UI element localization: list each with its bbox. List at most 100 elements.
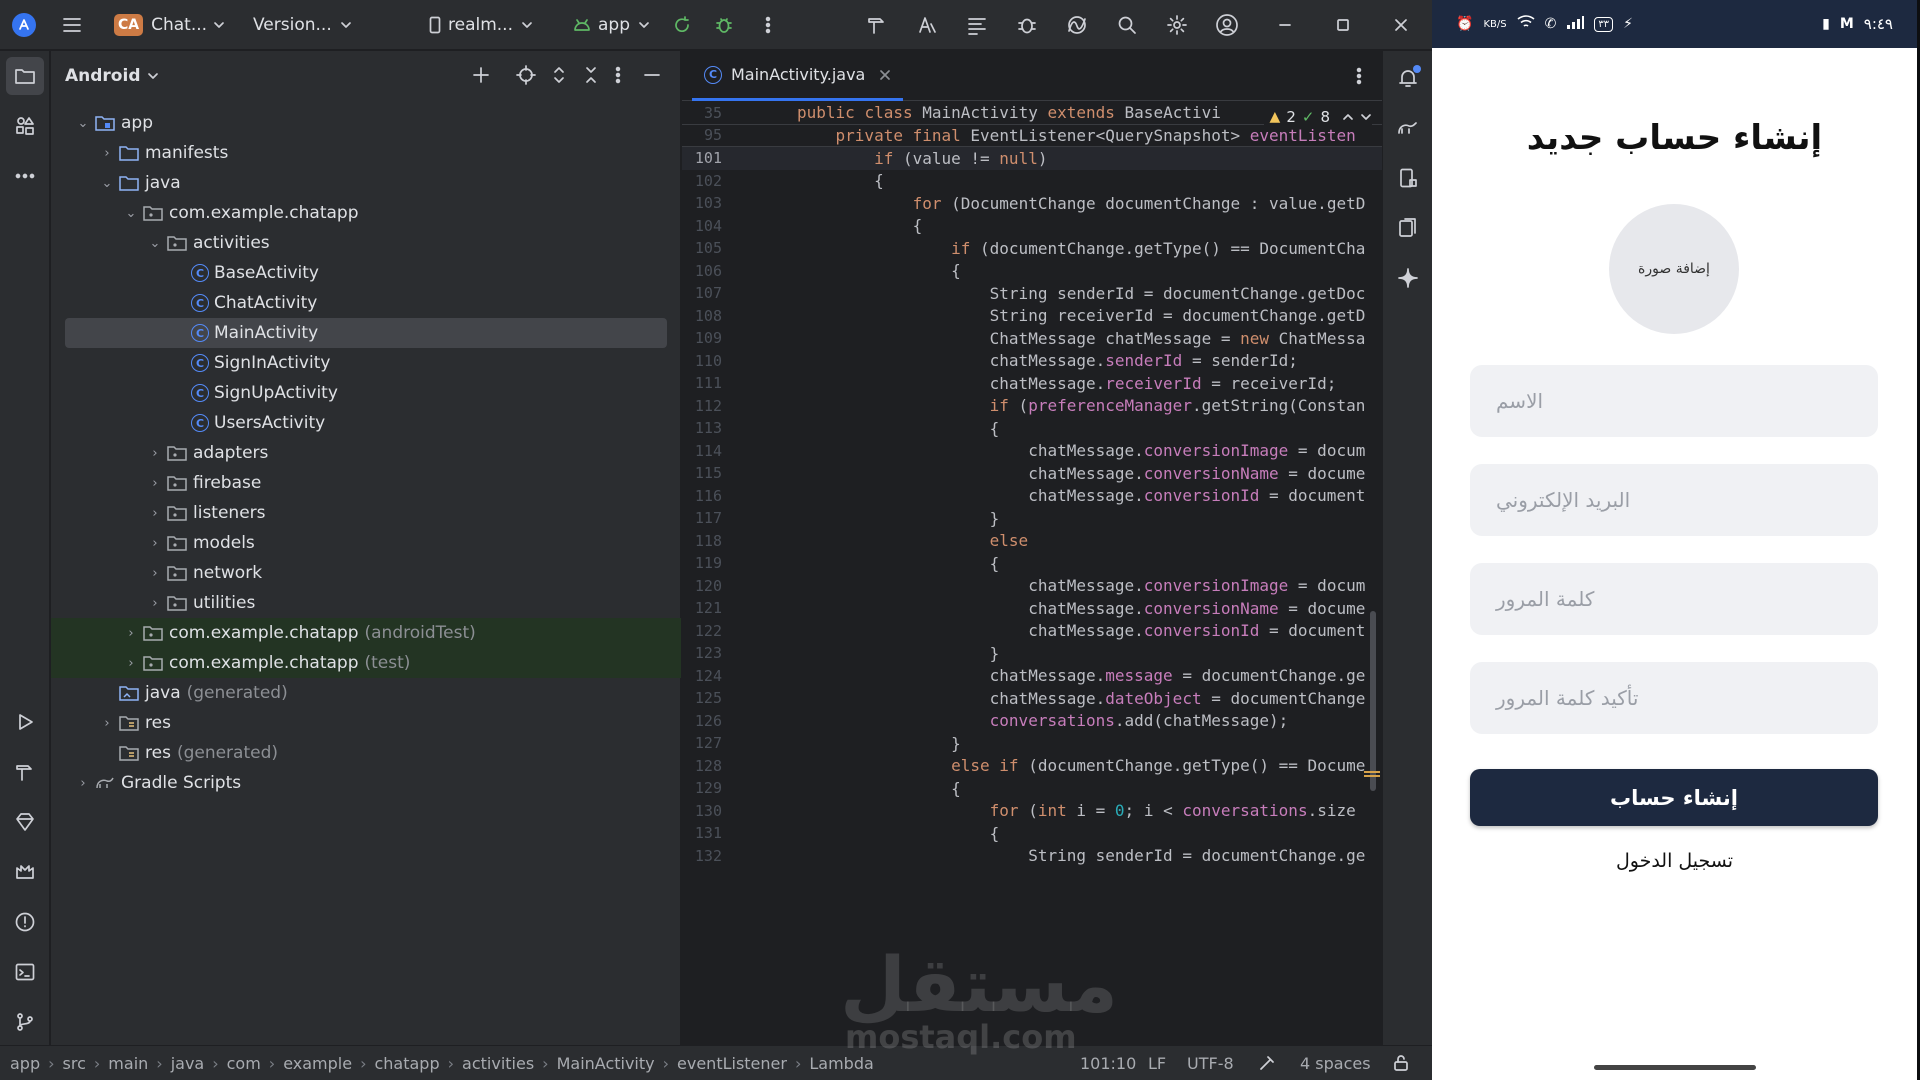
breadcrumb-item[interactable]: Lambda bbox=[809, 1054, 873, 1073]
email-field[interactable]: البريد الإلكتروني bbox=[1470, 464, 1878, 536]
logcat-icon[interactable] bbox=[10, 857, 40, 887]
tree-item-firebase[interactable]: › firebase bbox=[65, 468, 665, 498]
create-account-button[interactable]: إنشاء حساب bbox=[1470, 769, 1878, 826]
tree-item-suffix: (androidTest) bbox=[364, 623, 476, 643]
build-icon[interactable] bbox=[10, 757, 40, 787]
close-tab-icon[interactable] bbox=[879, 69, 891, 81]
collapse-all-icon[interactable] bbox=[583, 65, 599, 85]
password-field[interactable]: كلمة المرور bbox=[1470, 563, 1878, 635]
confirm-password-field[interactable]: تأكيد كلمة المرور bbox=[1470, 662, 1878, 734]
account-icon[interactable] bbox=[1214, 12, 1240, 38]
chevron-up-icon[interactable] bbox=[1342, 111, 1354, 123]
add-photo-avatar[interactable]: إضافة صورة bbox=[1609, 204, 1739, 334]
tree-item-res[interactable]: › res bbox=[65, 708, 665, 738]
tree-item-network[interactable]: › network bbox=[65, 558, 665, 588]
code-text: chatMessage.message = documentChange.ge bbox=[797, 666, 1366, 686]
problems-icon[interactable] bbox=[10, 907, 40, 937]
hide-panel-icon[interactable] bbox=[643, 65, 661, 85]
tree-item-activities[interactable]: ⌄ activities bbox=[65, 228, 665, 258]
cursor-position[interactable]: 101:10 bbox=[1080, 1054, 1136, 1073]
breadcrumb-item[interactable]: app bbox=[10, 1054, 40, 1073]
code-area[interactable]: 35 public class MainActivity extends Base… bbox=[682, 102, 1382, 1045]
gesture-nav-bar[interactable] bbox=[1594, 1065, 1756, 1070]
gem-icon[interactable] bbox=[10, 807, 40, 837]
line-separator[interactable]: LF bbox=[1148, 1054, 1166, 1073]
gemini-sparkle-icon[interactable] bbox=[1393, 263, 1423, 293]
code-style-icon[interactable] bbox=[1258, 1054, 1276, 1072]
tree-item-mainactivity[interactable]: C MainActivity bbox=[65, 318, 667, 348]
lock-icon[interactable] bbox=[1392, 1054, 1410, 1072]
tree-item-utilities[interactable]: › utilities bbox=[65, 588, 665, 618]
profiler-icon[interactable] bbox=[1064, 12, 1090, 38]
run-icon[interactable] bbox=[10, 707, 40, 737]
breadcrumb-item[interactable]: activities bbox=[462, 1054, 534, 1073]
name-field[interactable]: الاسم bbox=[1470, 365, 1878, 437]
inspection-widget[interactable]: ▲ 2 ✓ 8 bbox=[1263, 108, 1372, 126]
tree-item-java-generated[interactable]: java (generated) bbox=[65, 678, 665, 708]
tree-item-adapters[interactable]: › adapters bbox=[65, 438, 665, 468]
tree-item-signinactivity[interactable]: C SignInActivity bbox=[65, 348, 665, 378]
tree-item-usersactivity[interactable]: C UsersActivity bbox=[65, 408, 665, 438]
tree-item-listeners[interactable]: › listeners bbox=[65, 498, 665, 528]
tree-item-chatactivity[interactable]: C ChatActivity bbox=[65, 288, 665, 318]
project-folder-icon[interactable] bbox=[6, 57, 44, 95]
resource-manager-icon[interactable] bbox=[10, 111, 40, 141]
tree-item-res-generated[interactable]: res (generated) bbox=[65, 738, 665, 768]
tree-item-package-test[interactable]: › com.example.chatapp (test) bbox=[51, 648, 681, 678]
tab-mainactivity[interactable]: C MainActivity.java bbox=[692, 51, 904, 101]
login-link[interactable]: تسجيل الدخول bbox=[1432, 850, 1917, 872]
chevron-down-icon[interactable] bbox=[1360, 111, 1372, 123]
tree-item-package-main[interactable]: ⌄ com.example.chatapp bbox=[65, 198, 665, 228]
debug-icon[interactable] bbox=[712, 13, 736, 37]
build-hammer-icon[interactable] bbox=[864, 12, 890, 38]
device-manager-icon[interactable] bbox=[1393, 163, 1423, 193]
running-devices-icon[interactable] bbox=[1393, 213, 1423, 243]
vcs-selector[interactable]: Version... bbox=[253, 0, 352, 50]
tree-item-gradle-scripts[interactable]: › Gradle Scripts bbox=[65, 768, 665, 798]
main-menu-icon[interactable] bbox=[60, 13, 84, 37]
indent-setting[interactable]: 4 spaces bbox=[1300, 1054, 1371, 1073]
project-selector[interactable]: CA Chat... bbox=[114, 0, 225, 50]
project-view-selector[interactable]: Android bbox=[65, 66, 159, 86]
maximize-window-icon[interactable] bbox=[1328, 12, 1358, 38]
breadcrumb-item[interactable]: eventListener bbox=[677, 1054, 787, 1073]
expand-all-icon[interactable] bbox=[551, 65, 567, 85]
run-config-selector[interactable]: app bbox=[572, 0, 650, 50]
breadcrumb-item[interactable]: java bbox=[171, 1054, 205, 1073]
terminal-icon[interactable] bbox=[10, 957, 40, 987]
tree-item-models[interactable]: › models bbox=[65, 528, 665, 558]
tree-item-package-androidtest[interactable]: › com.example.chatapp (androidTest) bbox=[51, 618, 681, 648]
code-text: { bbox=[797, 216, 923, 236]
add-icon[interactable] bbox=[471, 65, 491, 85]
breadcrumb-item[interactable]: src bbox=[63, 1054, 86, 1073]
breadcrumb-item[interactable]: chatapp bbox=[374, 1054, 439, 1073]
breadcrumb-item[interactable]: com bbox=[227, 1054, 261, 1073]
close-window-icon[interactable] bbox=[1386, 12, 1416, 38]
app-inspection-icon[interactable] bbox=[1014, 12, 1040, 38]
gradle-icon[interactable] bbox=[1393, 113, 1423, 143]
rerun-icon[interactable] bbox=[670, 13, 694, 37]
breadcrumb-item[interactable]: MainActivity bbox=[557, 1054, 655, 1073]
breadcrumb-item[interactable]: example bbox=[283, 1054, 352, 1073]
search-icon[interactable] bbox=[1114, 12, 1140, 38]
git-branch-icon[interactable] bbox=[10, 1007, 40, 1037]
package-icon bbox=[167, 564, 187, 582]
more-vertical-icon[interactable] bbox=[756, 13, 780, 37]
tree-item-manifests[interactable]: › manifests bbox=[65, 138, 665, 168]
translate-icon[interactable] bbox=[914, 12, 940, 38]
file-encoding[interactable]: UTF-8 bbox=[1187, 1054, 1234, 1073]
locate-target-icon[interactable] bbox=[516, 65, 536, 85]
options-vertical-icon[interactable] bbox=[615, 65, 621, 85]
tree-item-signupactivity[interactable]: C SignUpActivity bbox=[65, 378, 665, 408]
tree-item-baseactivity[interactable]: C BaseActivity bbox=[65, 258, 665, 288]
settings-gear-icon[interactable] bbox=[1164, 12, 1190, 38]
breadcrumb-item[interactable]: main bbox=[108, 1054, 148, 1073]
tab-options-icon[interactable] bbox=[1356, 66, 1362, 86]
layout-inspector-icon[interactable] bbox=[964, 12, 990, 38]
device-selector[interactable]: realm... bbox=[428, 0, 533, 50]
more-tools-icon[interactable] bbox=[10, 161, 40, 191]
minimize-window-icon[interactable] bbox=[1270, 12, 1300, 38]
tree-item-app[interactable]: ⌄ app bbox=[65, 108, 665, 138]
editor-scrollbar[interactable] bbox=[1370, 611, 1376, 791]
tree-item-java[interactable]: ⌄ java bbox=[65, 168, 665, 198]
